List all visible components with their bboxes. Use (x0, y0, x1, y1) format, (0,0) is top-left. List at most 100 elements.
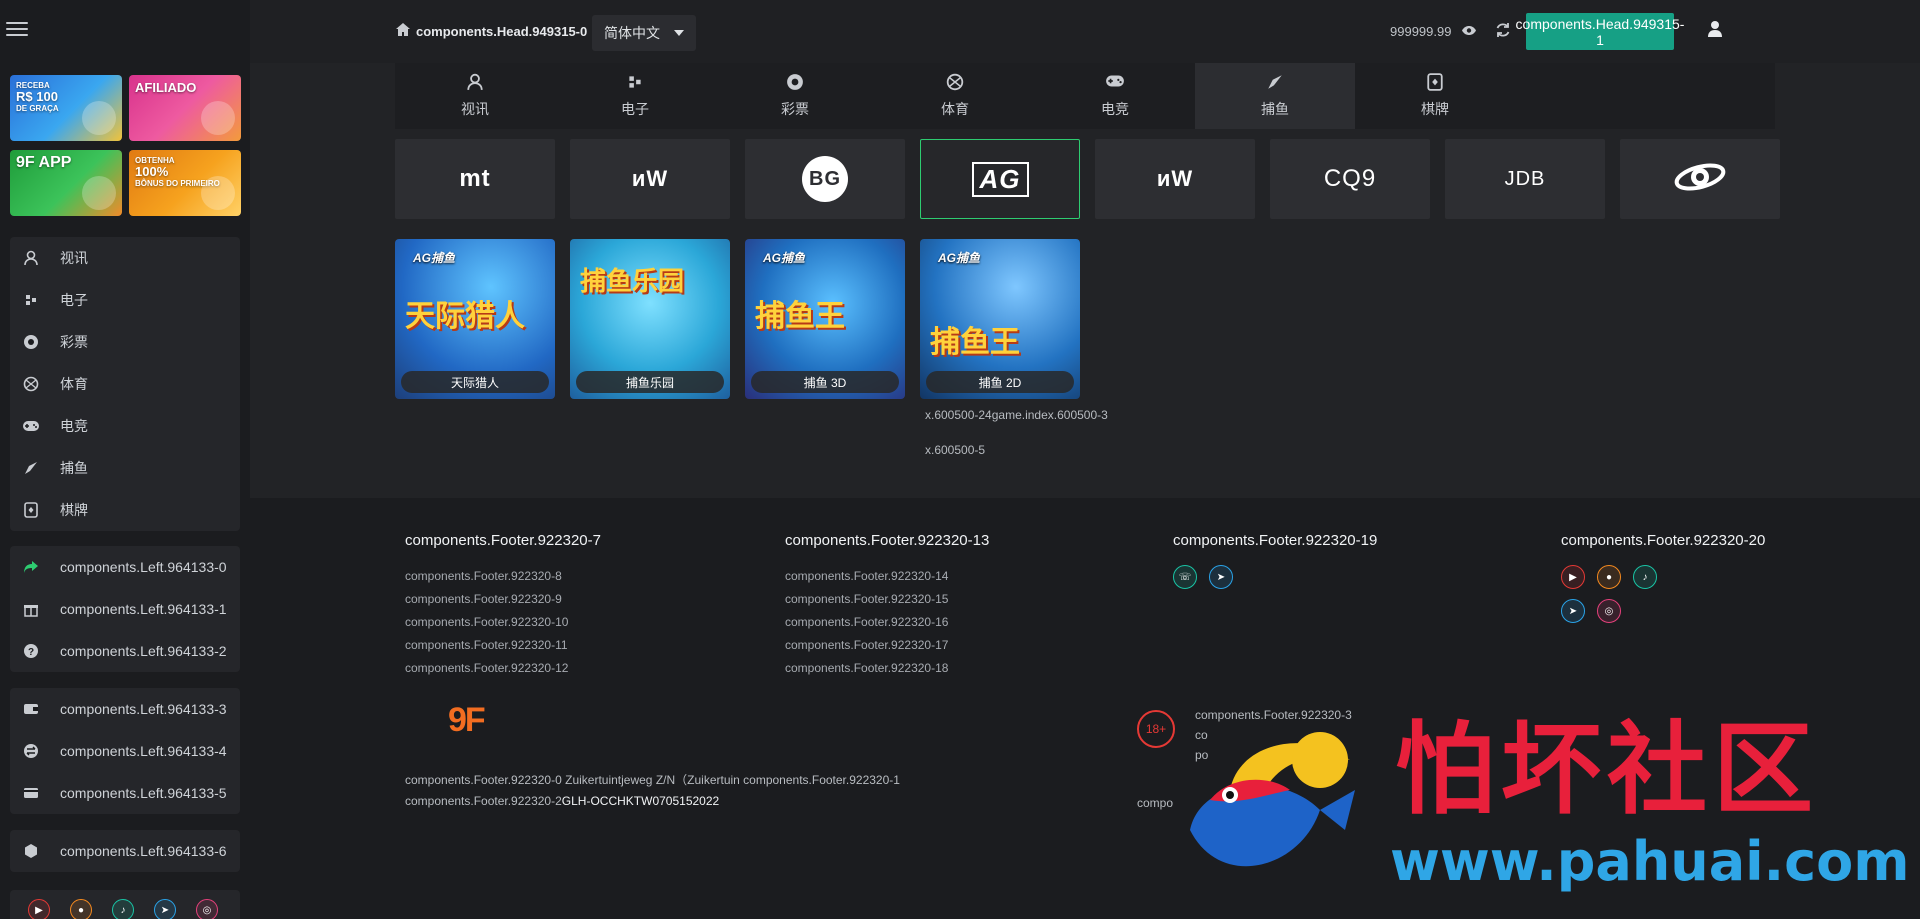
tab-sports[interactable]: 体育 (875, 63, 1035, 129)
sidebar-item-live[interactable]: 视讯 (10, 237, 240, 279)
lottery-icon (786, 73, 804, 93)
sidebar-item-label: 棋牌 (60, 502, 88, 518)
svg-text:?: ? (28, 647, 34, 658)
sidebar-item-share[interactable]: components.Left.964133-0 (10, 546, 240, 588)
sidebar-item-lottery[interactable]: 彩票 (10, 321, 240, 363)
youtube-icon[interactable]: ▶ (28, 899, 50, 919)
provider-logo: mt (459, 165, 491, 192)
provider-ag[interactable]: AG (920, 139, 1080, 219)
youtube-icon[interactable]: ▶ (1561, 565, 1585, 589)
provider-planet[interactable] (1620, 139, 1780, 219)
tab-live[interactable]: 视讯 (395, 63, 555, 129)
slots-icon (22, 291, 40, 309)
footer-link[interactable]: components.Footer.922320-18 (785, 657, 989, 680)
footer-link[interactable]: components.Footer.922320-12 (405, 657, 601, 680)
sidebar-item-fishing[interactable]: 捕鱼 (10, 447, 240, 489)
footer-text: compo (1137, 796, 1174, 810)
game-art-title: 捕鱼王 (930, 326, 1020, 359)
odnoklassniki-icon[interactable]: ● (1597, 565, 1621, 589)
tab-label: 棋牌 (1421, 101, 1449, 117)
sidebar-item-label: components.Left.964133-0 (60, 559, 227, 575)
provider-bg[interactable]: BG (745, 139, 905, 219)
sidebar-item-cards[interactable]: 棋牌 (10, 489, 240, 531)
provider-mt[interactable]: mt (395, 139, 555, 219)
sidebar-item-cube[interactable]: components.Left.964133-6 (10, 830, 240, 872)
game-card[interactable]: 捕鱼乐园 捕鱼乐园 (570, 239, 730, 399)
provider-logo: AG (971, 161, 1029, 197)
footer-social-links: ☏ ➤ (1173, 565, 1377, 589)
footer-link[interactable]: components.Footer.922320-11 (405, 634, 601, 657)
lottery-icon (22, 333, 40, 351)
provider-cq9[interactable]: CQ9 (1270, 139, 1430, 219)
game-tag: AG捕鱼 (763, 251, 806, 265)
tiktok-icon[interactable]: ♪ (1633, 565, 1657, 589)
provider-nw-2[interactable]: ᴎW (1095, 139, 1255, 219)
sidebar-item-gift[interactable]: components.Left.964133-1 (10, 588, 240, 630)
game-card[interactable]: AG捕鱼 天际猎人 天际猎人 (395, 239, 555, 399)
game-art-title: 捕鱼王 (755, 300, 845, 333)
sidebar-item-wallet[interactable]: components.Left.964133-3 (10, 688, 240, 730)
gamepad-icon (1105, 73, 1125, 93)
footer-social-links: ▶ ● ♪ (1561, 565, 1765, 589)
sidebar-item-slots[interactable]: 电子 (10, 279, 240, 321)
people-icon (201, 101, 235, 135)
sports-icon (946, 73, 964, 93)
fishing-icon (22, 459, 40, 477)
tab-fishing[interactable]: 捕鱼 (1195, 63, 1355, 129)
wallet-icon (22, 700, 40, 718)
menu-toggle-icon[interactable] (6, 22, 28, 38)
tab-slots[interactable]: 电子 (555, 63, 715, 129)
info-text: x.600500-24game.index.600500-3 (925, 408, 1108, 422)
sidebar-item-esports[interactable]: 电竞 (10, 405, 240, 447)
footer-social-links: ➤ ◎ (1561, 599, 1765, 623)
provider-nw[interactable]: ᴎW (570, 139, 730, 219)
brand-label: components.Head.949315-0 (416, 23, 588, 39)
language-select[interactable]: 简体中文 (592, 15, 696, 51)
game-card[interactable]: AG捕鱼 捕鱼王 捕鱼 2D (920, 239, 1080, 399)
user-icon[interactable] (1707, 20, 1723, 42)
footer-link[interactable]: components.Footer.922320-8 (405, 565, 601, 588)
tiktok-icon[interactable]: ♪ (112, 899, 134, 919)
provider-jdb[interactable]: JDB (1445, 139, 1605, 219)
footer-link[interactable]: components.Footer.922320-15 (785, 588, 989, 611)
eye-icon[interactable] (1461, 24, 1477, 39)
footer-link[interactable]: components.Footer.922320-17 (785, 634, 989, 657)
footer-column-4: components.Footer.922320-20 ▶ ● ♪ ➤ ◎ (1561, 532, 1765, 623)
game-card[interactable]: AG捕鱼 捕鱼王 捕鱼 3D (745, 239, 905, 399)
footer-column-2: components.Footer.922320-13 components.F… (785, 532, 989, 680)
odnoklassniki-icon[interactable]: ● (70, 899, 92, 919)
instagram-icon[interactable]: ◎ (1597, 599, 1621, 623)
sidebar-item-sports[interactable]: 体育 (10, 363, 240, 405)
refresh-icon[interactable] (1495, 22, 1511, 43)
promo-banner-free-bonus[interactable]: RECEBA R$ 100 DE GRAÇA (10, 75, 122, 141)
sidebar-item-label: 捕鱼 (60, 460, 88, 476)
sidebar-item-help[interactable]: ? components.Left.964133-2 (10, 630, 240, 672)
balance-display: 999999.99 (1390, 24, 1477, 39)
home-link[interactable]: components.Head.949315-0 (396, 23, 587, 39)
tab-label: 体育 (941, 101, 969, 117)
telegram-icon[interactable]: ➤ (1209, 565, 1233, 589)
footer-link[interactable]: components.Footer.922320-10 (405, 611, 601, 634)
instagram-icon[interactable]: ◎ (196, 899, 218, 919)
phone-icon (82, 176, 116, 210)
sidebar-item-card[interactable]: components.Left.964133-5 (10, 772, 240, 814)
promo-banner-affiliate[interactable]: AFILIADO (129, 75, 241, 141)
sidebar-item-label: 视讯 (60, 250, 88, 266)
footer-link[interactable]: components.Footer.922320-14 (785, 565, 989, 588)
whatsapp-icon[interactable]: ☏ (1173, 565, 1197, 589)
cards-icon (22, 501, 40, 519)
tab-esports[interactable]: 电竞 (1035, 63, 1195, 129)
footer-link[interactable]: components.Footer.922320-9 (405, 588, 601, 611)
header-primary-button[interactable]: components.Head.949315-1 (1516, 13, 1684, 50)
tab-lottery[interactable]: 彩票 (715, 63, 875, 129)
watermark-fish-logo-icon (1190, 732, 1355, 867)
sidebar-item-exchange[interactable]: components.Left.964133-4 (10, 730, 240, 772)
exchange-icon (22, 742, 40, 760)
tab-label: 视讯 (461, 101, 489, 117)
promo-banner-app[interactable]: 9F APP (10, 150, 122, 216)
telegram-icon[interactable]: ➤ (1561, 599, 1585, 623)
promo-banner-first-deposit[interactable]: OBTENHA 100% BÔNUS DO PRIMEIRO (129, 150, 241, 216)
telegram-icon[interactable]: ➤ (154, 899, 176, 919)
footer-link[interactable]: components.Footer.922320-16 (785, 611, 989, 634)
tab-cards[interactable]: 棋牌 (1355, 63, 1515, 129)
